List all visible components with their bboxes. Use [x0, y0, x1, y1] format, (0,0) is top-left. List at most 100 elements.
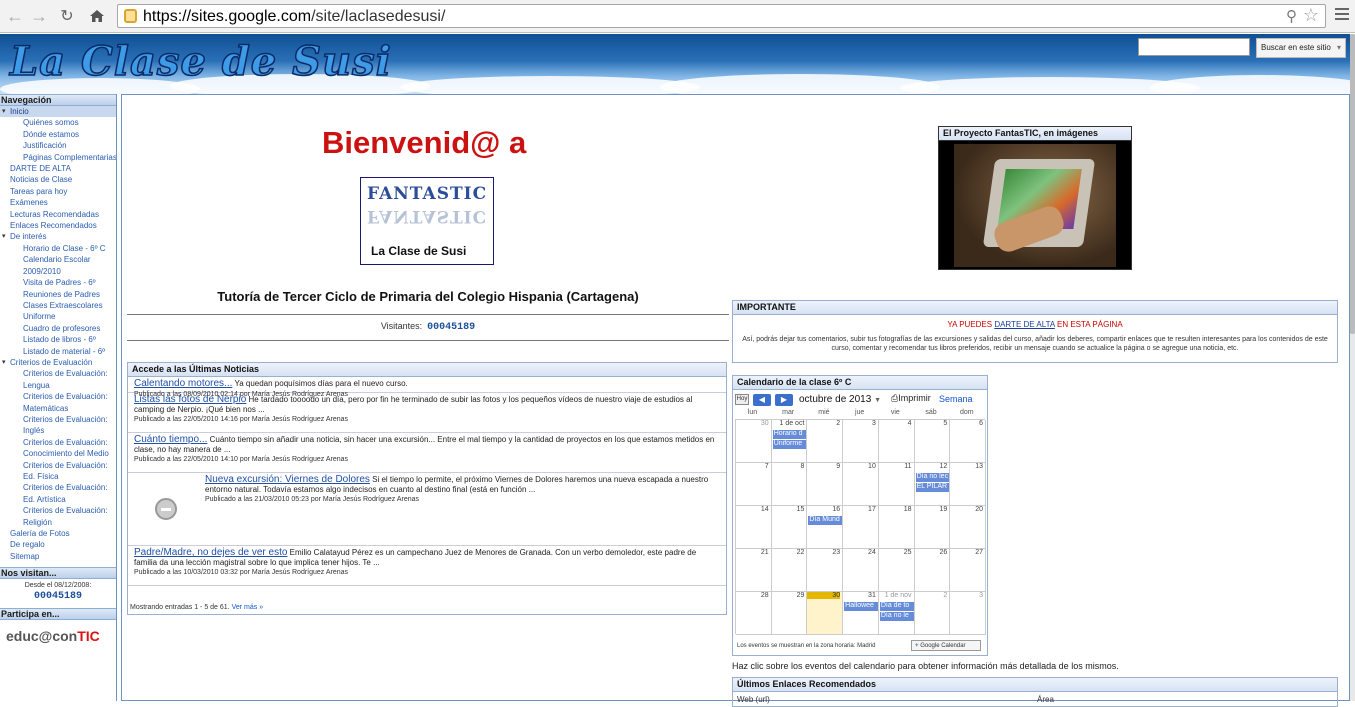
- sidebar-item[interactable]: Criterios de Evaluación:: [0, 505, 116, 516]
- prev-month-button[interactable]: ◀: [753, 394, 771, 406]
- news-more-link[interactable]: Ver más »: [232, 604, 264, 611]
- sidebar-item[interactable]: ▾ De interés: [0, 231, 116, 242]
- calendar-day[interactable]: 28: [736, 592, 772, 635]
- calendar-day[interactable]: 10: [843, 463, 879, 506]
- sidebar-item[interactable]: Criterios de Evaluación:: [0, 437, 116, 448]
- expand-arrow-icon[interactable]: ▾: [2, 231, 6, 242]
- sidebar-item[interactable]: Horario de Clase - 6º C: [0, 243, 116, 254]
- sidebar-item[interactable]: Sitemap: [0, 551, 116, 562]
- sidebar-item[interactable]: Ed. Física: [0, 471, 116, 482]
- calendar-day[interactable]: 14: [736, 506, 772, 549]
- news-title-link[interactable]: Calentando motores...: [134, 378, 232, 389]
- sidebar-item[interactable]: Listado de material - 6º: [0, 346, 116, 357]
- forward-icon[interactable]: →: [28, 5, 50, 27]
- sidebar-item[interactable]: Quiénes somos: [0, 117, 116, 128]
- reload-icon[interactable]: ↻: [56, 5, 78, 27]
- calendar-event[interactable]: Horario d: [772, 430, 807, 439]
- sidebar-item[interactable]: Reuniones de Padres: [0, 289, 116, 300]
- calendar-day[interactable]: 30: [807, 592, 844, 635]
- sidebar-item[interactable]: Noticias de Clase: [0, 174, 116, 185]
- sidebar-item[interactable]: DARTE DE ALTA: [0, 163, 116, 174]
- today-button[interactable]: Hoy: [735, 394, 749, 405]
- calendar-day[interactable]: 29: [771, 592, 808, 635]
- sidebar-item[interactable]: ▾ Inicio: [0, 106, 116, 118]
- sidebar-item[interactable]: De regalo: [0, 539, 116, 550]
- sidebar-item[interactable]: Dónde estamos: [0, 129, 116, 140]
- news-title-link[interactable]: Cuánto tiempo...: [134, 434, 207, 445]
- sidebar-item[interactable]: Galería de Fotos: [0, 528, 116, 539]
- calendar-day[interactable]: 23: [807, 549, 844, 592]
- sidebar-item[interactable]: Páginas Complementarias: [0, 152, 116, 163]
- sidebar-item[interactable]: Criterios de Evaluación:: [0, 414, 116, 425]
- address-bar[interactable]: https://sites.google.com/site/laclasedes…: [117, 4, 1326, 28]
- calendar-event[interactable]: Día Mund: [808, 516, 843, 525]
- calendar-day[interactable]: 7: [736, 463, 772, 506]
- calendar-event[interactable]: Día no lec: [915, 473, 950, 482]
- search-icon[interactable]: ⚲: [1286, 7, 1297, 25]
- sidebar-item[interactable]: Ed. Artística: [0, 494, 116, 505]
- calendar-day[interactable]: 24: [843, 549, 879, 592]
- calendar-event[interactable]: Día no le: [879, 612, 914, 621]
- calendar-day[interactable]: 17: [843, 506, 879, 549]
- calendar-day[interactable]: 8: [771, 463, 808, 506]
- calendar-month[interactable]: octubre de 2013 ▼: [799, 394, 881, 405]
- calendar-day[interactable]: 31: [843, 592, 879, 635]
- sidebar-item[interactable]: Matemáticas: [0, 403, 116, 414]
- sidebar-item[interactable]: Criterios de Evaluación:: [0, 460, 116, 471]
- calendar-day[interactable]: 3: [843, 420, 879, 463]
- next-month-button[interactable]: ▶: [775, 394, 793, 406]
- calendar-event[interactable]: Día de to: [879, 602, 914, 611]
- calendar-day[interactable]: 3: [950, 592, 986, 635]
- calendar-day[interactable]: 26: [914, 549, 951, 592]
- sidebar-item[interactable]: Conocimiento del Medio: [0, 448, 116, 459]
- calendar-event[interactable]: EL PILAR: [915, 483, 950, 492]
- calendar-day[interactable]: 5: [914, 420, 951, 463]
- news-title-link[interactable]: Padre/Madre, no dejes de ver esto: [134, 547, 287, 558]
- calendar-event[interactable]: Hallowee: [844, 602, 878, 611]
- site-search-input[interactable]: [1138, 38, 1250, 56]
- calendar-day[interactable]: 25: [878, 549, 915, 592]
- page-scrollbar[interactable]: [1350, 34, 1355, 701]
- calendar-day[interactable]: 13: [950, 463, 986, 506]
- expand-arrow-icon[interactable]: ▾: [2, 357, 6, 368]
- calendar-day[interactable]: 22: [771, 549, 808, 592]
- sidebar-item[interactable]: Lengua: [0, 380, 116, 391]
- menu-icon[interactable]: [1335, 8, 1349, 23]
- sidebar-item[interactable]: Justificación: [0, 140, 116, 151]
- sidebar-item[interactable]: Listado de libros - 6º: [0, 334, 116, 345]
- news-title-link[interactable]: Listas las fotos de Nerpio: [134, 394, 246, 405]
- sidebar-item[interactable]: Cuadro de profesores: [0, 323, 116, 334]
- star-icon[interactable]: ☆: [1303, 5, 1319, 26]
- news-title-link[interactable]: Nueva excursión: Viernes de Dolores: [205, 474, 370, 485]
- calendar-day[interactable]: 27: [950, 549, 986, 592]
- sidebar-item[interactable]: Exámenes: [0, 197, 116, 208]
- calendar-day[interactable]: 30: [736, 420, 772, 463]
- sidebar-item[interactable]: Enlaces Recomendados: [0, 220, 116, 231]
- calendar-day[interactable]: 16: [807, 506, 844, 549]
- sidebar-item[interactable]: Calendario Escolar: [0, 254, 116, 265]
- home-icon[interactable]: [86, 5, 108, 27]
- google-calendar-button[interactable]: + Google Calendar: [911, 640, 981, 651]
- calendar-day[interactable]: 4: [878, 420, 915, 463]
- video-player[interactable]: [954, 144, 1116, 267]
- calendar-day[interactable]: 6: [950, 420, 986, 463]
- calendar-day[interactable]: 15: [771, 506, 808, 549]
- calendar-day[interactable]: 2: [914, 592, 951, 635]
- site-search-button[interactable]: Buscar en este sitio ▾: [1256, 38, 1346, 58]
- sidebar-item[interactable]: Criterios de Evaluación:: [0, 482, 116, 493]
- expand-arrow-icon[interactable]: ▾: [2, 106, 6, 117]
- sidebar-item[interactable]: ▾ Criterios de Evaluación: [0, 357, 116, 368]
- sidebar-item[interactable]: Visita de Padres - 6º: [0, 277, 116, 288]
- print-button[interactable]: ⎙Imprimir: [891, 393, 931, 404]
- sidebar-item[interactable]: Inglés: [0, 425, 116, 436]
- sidebar-item[interactable]: Clases Extraescolares: [0, 300, 116, 311]
- sidebar-item[interactable]: Tareas para hoy: [0, 186, 116, 197]
- signup-link[interactable]: DARTE DE ALTA: [994, 320, 1054, 329]
- calendar-event[interactable]: Uniforme: [772, 440, 807, 449]
- calendar-day[interactable]: 9: [807, 463, 844, 506]
- calendar-day[interactable]: 19: [914, 506, 951, 549]
- calendar-day[interactable]: 2: [807, 420, 844, 463]
- sidebar-item[interactable]: Lecturas Recomendadas: [0, 209, 116, 220]
- tab-week[interactable]: Semana: [939, 394, 973, 404]
- calendar-day[interactable]: 20: [950, 506, 986, 549]
